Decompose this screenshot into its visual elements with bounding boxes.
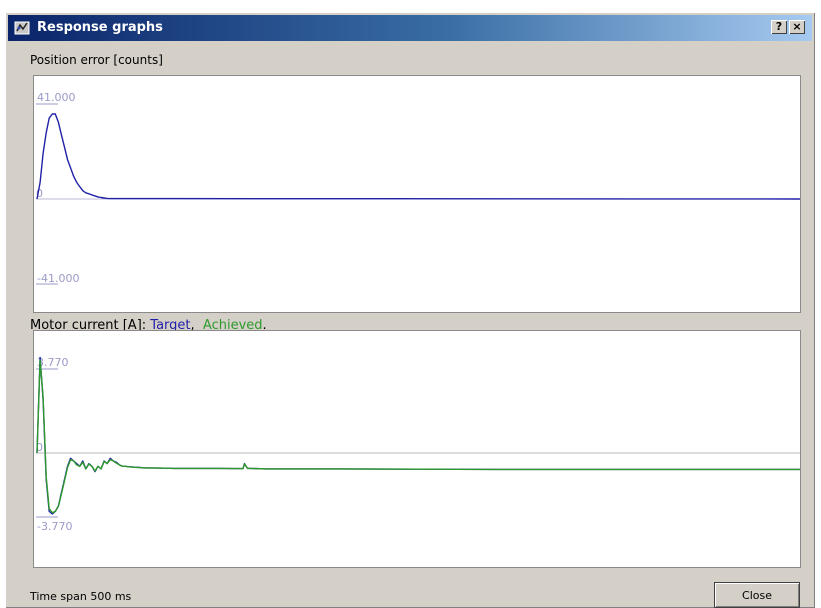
title-bar[interactable]: Response graphs ? ×	[8, 15, 812, 41]
app-icon	[14, 21, 30, 35]
position-error-label: Position error [counts]	[30, 53, 163, 67]
position-error-graph: 41.000 0 -41.000	[33, 75, 801, 313]
motor-current-plot: 3.770 0 -3.770	[36, 356, 800, 533]
help-button[interactable]: ?	[771, 20, 787, 34]
position-ymax-label: 41.000	[37, 91, 76, 104]
position-ymin-label: -41.000	[37, 272, 79, 285]
position-error-series	[36, 113, 800, 200]
close-window-button[interactable]: ×	[789, 20, 805, 34]
time-span-label: Time span 500 ms	[30, 590, 132, 603]
motor-current-graph: 3.770 0 -3.770	[33, 330, 801, 568]
close-button[interactable]: Close	[714, 582, 800, 608]
achieved-current-series	[36, 359, 800, 514]
target-current-series	[36, 356, 800, 515]
motor-ymax-label: 3.770	[37, 356, 69, 369]
position-error-plot: 41.000 0 -41.000	[36, 91, 800, 285]
window-title: Response graphs	[37, 20, 163, 35]
motor-ymin-label: -3.770	[37, 520, 72, 533]
response-graphs-window: Response graphs ? × Position error [coun…	[5, 12, 815, 608]
